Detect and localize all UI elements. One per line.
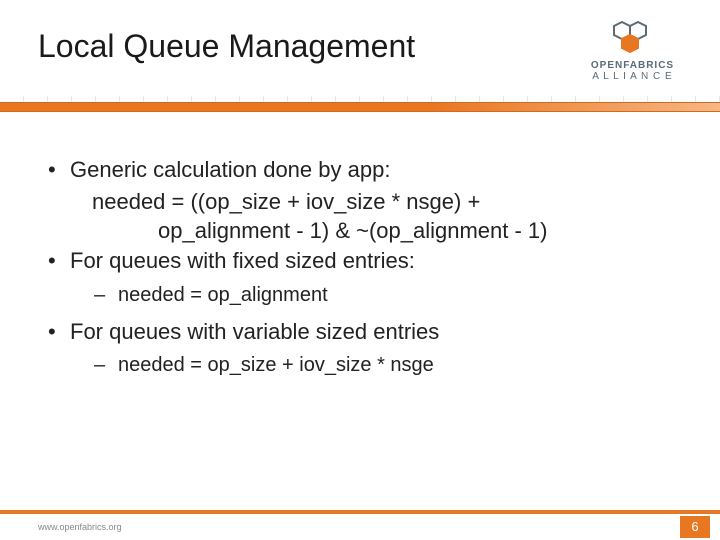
bullet-1-line3: op_alignment - 1) & ~(op_alignment - 1) xyxy=(48,216,680,246)
logo-text-bold: OPENFABRICS xyxy=(591,60,674,71)
logo-hex-icon xyxy=(575,18,690,58)
logo-text-light: A L L I A N C E xyxy=(592,71,672,82)
slide: Local Queue Management OPENFABRICS A L L… xyxy=(0,0,720,540)
bullet-1-line2: needed = ((op_size + iov_size * nsge) + xyxy=(48,187,680,217)
divider-ticks-top xyxy=(0,96,720,102)
footer-url: www.openfabrics.org xyxy=(38,522,122,532)
bullet-2: For queues with fixed sized entries: xyxy=(48,246,680,276)
bullet-3-sub: needed = op_size + iov_size * nsge xyxy=(48,352,680,379)
logo: OPENFABRICS A L L I A N C E xyxy=(575,18,690,82)
bullet-2-sub: needed = op_alignment xyxy=(48,282,680,309)
bullet-3: For queues with variable sized entries xyxy=(48,317,680,347)
divider xyxy=(0,96,720,112)
logo-text: OPENFABRICS A L L I A N C E xyxy=(575,60,690,82)
page-number: 6 xyxy=(680,516,710,538)
divider-bar xyxy=(0,102,720,112)
slide-title: Local Queue Management xyxy=(38,28,415,65)
footer-bar xyxy=(0,510,720,514)
content: Generic calculation done by app: needed … xyxy=(48,155,680,387)
bullet-1: Generic calculation done by app: xyxy=(48,155,680,185)
